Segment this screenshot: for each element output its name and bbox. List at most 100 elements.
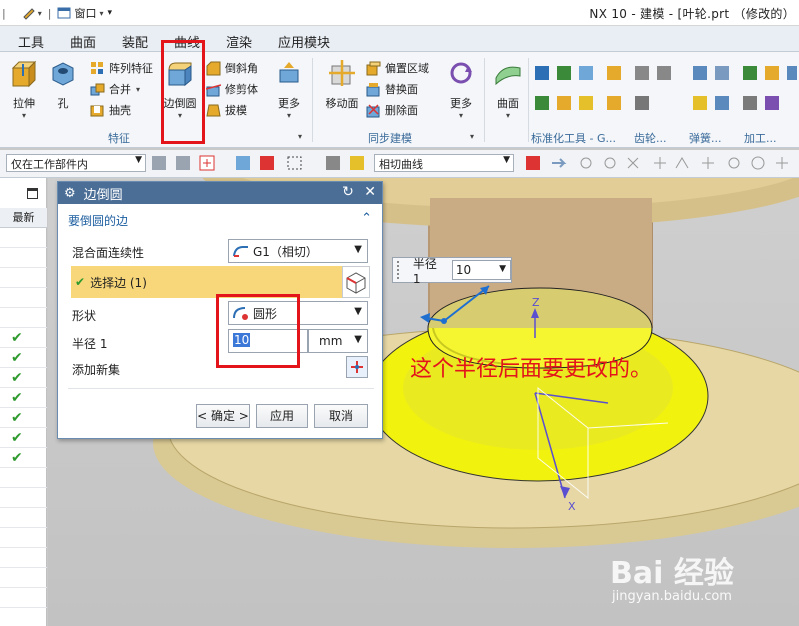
replace-face-icon	[366, 82, 380, 96]
title-bar: | ▾ | 窗口 ▾ ▾ NX 10 - 建模 - [叶轮.prt （修改的）	[0, 0, 799, 26]
list-item	[0, 528, 47, 548]
unite-button[interactable]: 合并 ▾	[90, 81, 140, 97]
chevron-down-icon[interactable]: ▾	[136, 85, 140, 94]
curve-rule-combo[interactable]: 相切曲线 ▼	[374, 154, 514, 172]
radius-onscreen-input[interactable]: 半径 1 10 ▼	[392, 257, 512, 286]
close-icon[interactable]: ✕	[364, 184, 376, 200]
chevron-down-icon[interactable]: ▾	[444, 111, 478, 120]
list-item	[0, 308, 47, 328]
tool-grid-icons[interactable]	[535, 62, 799, 126]
list-item	[0, 508, 47, 528]
standard-tools-group-label[interactable]: 标准化工具 - G...	[531, 130, 616, 146]
snap-tool-icons[interactable]	[526, 155, 796, 172]
column-header-latest[interactable]: 最新	[0, 208, 47, 228]
chevron-down-icon[interactable]: ▼	[499, 264, 506, 274]
chamfer-label: 倒斜角	[225, 62, 258, 75]
surface-button[interactable]: 曲面 ▾	[490, 58, 526, 120]
check-icon: ✔	[11, 330, 23, 346]
gear-icon[interactable]: ⚙	[64, 186, 76, 201]
offset-region-icon	[366, 61, 381, 75]
pencil-icon[interactable]	[22, 6, 36, 20]
delete-face-button[interactable]: 删除面	[366, 102, 418, 118]
delete-face-icon	[366, 103, 380, 117]
tab-surface[interactable]: 曲面	[70, 32, 96, 51]
list-item: ✔	[0, 388, 47, 408]
trim-body-button[interactable]: 修剪体	[206, 81, 258, 97]
section-edges-to-blend[interactable]: 要倒圆的边	[68, 212, 128, 229]
group-separator	[484, 58, 485, 142]
chevron-down-icon[interactable]: ▾	[38, 9, 42, 18]
select-edge-button[interactable]	[342, 266, 370, 298]
maximize-icon[interactable]	[27, 188, 38, 199]
add-new-set-button[interactable]	[346, 356, 368, 378]
highlight-edge-blend-button	[161, 40, 205, 144]
selection-toolbar: 仅在工作部件内 ▼ 相切曲线 ▼	[0, 150, 799, 178]
check-icon: ✔	[11, 370, 23, 386]
hole-icon	[52, 62, 74, 86]
radius-unit-select[interactable]: mm ▼	[308, 329, 368, 353]
group-expand-icon[interactable]: ▾	[298, 132, 302, 141]
pattern-feature-button[interactable]: 阵列特征	[90, 60, 153, 76]
move-face-icon	[329, 60, 355, 86]
continuity-select[interactable]: G1（相切） ▼	[228, 239, 368, 263]
chevron-up-icon[interactable]: ⌃	[361, 211, 372, 226]
offset-region-label: 偏置区域	[385, 62, 429, 75]
shell-button[interactable]: 抽壳	[90, 102, 131, 118]
offset-region-button[interactable]: 偏置区域	[366, 60, 429, 76]
trim-body-icon	[206, 83, 221, 96]
shell-label: 抽壳	[109, 104, 131, 117]
machining-group-label[interactable]: 加工...	[744, 130, 777, 146]
cancel-button[interactable]: 取消	[314, 404, 368, 428]
continuity-icon	[233, 246, 248, 257]
chevron-down-icon[interactable]: ▾	[490, 111, 526, 120]
chevron-down-icon[interactable]: ▾	[99, 9, 103, 18]
sync-more-button[interactable]: 更多 ▾	[444, 58, 478, 120]
selection-tool-icons[interactable]	[152, 155, 374, 172]
list-item: ✔	[0, 328, 47, 348]
gear-group-label[interactable]: 齿轮...	[634, 130, 667, 146]
window-icon[interactable]	[57, 6, 71, 20]
chevron-down-icon[interactable]: ▾	[272, 111, 306, 120]
surface-icon	[495, 66, 521, 86]
list-item	[0, 548, 47, 568]
window-menu-label[interactable]: 窗口	[74, 5, 96, 21]
apply-button[interactable]: 应用	[256, 404, 308, 428]
continuity-label: 混合面连续性	[72, 246, 145, 260]
hole-label: 孔	[57, 97, 69, 110]
customize-icon[interactable]: ▾	[107, 8, 112, 18]
hole-button[interactable]: 孔	[46, 58, 80, 111]
grip-handle-icon[interactable]	[397, 261, 405, 279]
spring-group-label[interactable]: 弹簧...	[689, 130, 722, 146]
extrude-button[interactable]: 拉伸 ▾	[6, 58, 42, 120]
tab-render[interactable]: 渲染	[226, 32, 252, 51]
move-face-button[interactable]: 移动面	[322, 58, 362, 111]
trim-body-label: 修剪体	[225, 83, 258, 96]
extrude-icon	[11, 60, 37, 88]
feature-more-label: 更多	[278, 97, 300, 110]
list-item	[0, 488, 47, 508]
continuity-value: G1（相切）	[253, 244, 318, 259]
radius-onscreen-field[interactable]: 10 ▼	[451, 260, 511, 280]
tab-applications[interactable]: 应用模块	[278, 32, 330, 51]
tab-tools[interactable]: 工具	[18, 32, 44, 51]
chamfer-button[interactable]: 倒斜角	[206, 60, 258, 76]
ok-button[interactable]: < 确定 >	[196, 404, 250, 428]
selection-filter-value: 仅在工作部件内	[11, 158, 88, 171]
chevron-down-icon: ▼	[354, 244, 362, 255]
dialog-title-bar[interactable]: ⚙ 边倒圆 ↻ ✕	[58, 182, 382, 204]
more-features-icon	[279, 62, 299, 83]
chevron-down-icon: ▼	[503, 155, 510, 165]
replace-face-button[interactable]: 替换面	[366, 81, 418, 97]
extrude-label: 拉伸	[13, 97, 35, 110]
tab-assembly[interactable]: 装配	[122, 32, 148, 51]
group-expand-icon[interactable]: ▾	[470, 132, 474, 141]
move-face-label: 移动面	[325, 97, 359, 110]
quick-access-toolbar: | ▾ | 窗口 ▾ ▾	[2, 4, 112, 22]
feature-more-button[interactable]: 更多 ▾	[272, 58, 306, 120]
draft-button[interactable]: 拔模	[206, 102, 247, 118]
dialog-divider	[68, 388, 374, 389]
reset-icon[interactable]: ↻	[342, 184, 354, 200]
selection-filter-combo[interactable]: 仅在工作部件内 ▼	[6, 154, 146, 172]
chevron-down-icon[interactable]: ▾	[6, 111, 42, 120]
list-item	[0, 228, 47, 248]
